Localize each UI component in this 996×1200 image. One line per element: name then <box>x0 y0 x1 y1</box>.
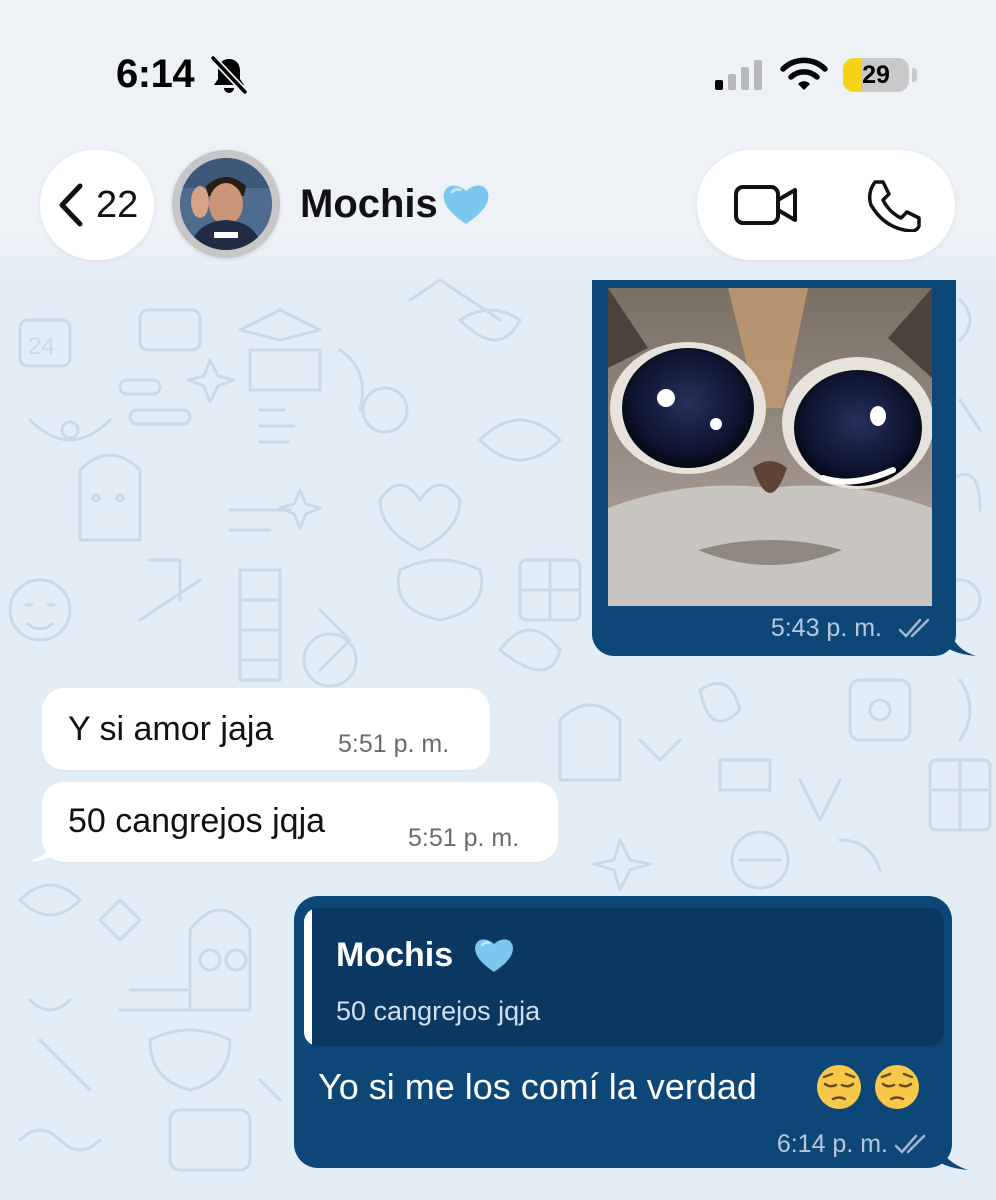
video-call-icon[interactable] <box>733 180 799 230</box>
message-time: 5:51 p. m. <box>408 824 520 852</box>
status-time: 6:14 <box>116 52 195 96</box>
light-blue-heart-icon <box>443 185 489 224</box>
battery-level-text: 29 <box>862 61 890 89</box>
svg-text:24: 24 <box>28 333 55 360</box>
cellular-signal-icon <box>715 60 762 90</box>
message-time: 6:14 p. m. <box>776 1130 888 1158</box>
pensive-face-icon <box>875 1065 919 1109</box>
battery-tip <box>912 68 917 82</box>
unread-count: 22 <box>96 184 139 226</box>
phone-call-icon[interactable] <box>862 178 922 232</box>
incoming-message[interactable]: 50 cangrejos jqja 5:51 p. m. <box>42 782 558 862</box>
avatar-photo <box>180 158 272 250</box>
bell-slash-icon <box>210 55 248 95</box>
incoming-message[interactable]: Y si amor jaja 5:51 p. m. <box>42 688 490 770</box>
pensive-face-icon <box>817 1065 861 1109</box>
chevron-left-icon <box>59 183 83 227</box>
light-blue-heart-icon <box>475 939 513 972</box>
crying-cat-image[interactable] <box>608 288 932 606</box>
wifi-icon <box>780 57 828 90</box>
quoted-message[interactable]: Mochis 50 cangrejos jqja <box>304 908 944 1046</box>
bubble-tail <box>948 620 976 656</box>
avatar[interactable] <box>172 150 280 258</box>
contact-name[interactable]: Mochis <box>300 182 438 227</box>
bubble-tail <box>936 1132 968 1170</box>
message-text: 50 cangrejos jqja <box>68 802 326 840</box>
message-text: Yo si me los comí la verdad <box>318 1066 757 1107</box>
message-time: 5:43 p. m. <box>770 614 882 642</box>
message-text: Y si amor jaja <box>68 710 274 748</box>
battery-icon: 29 <box>843 58 909 92</box>
back-button[interactable]: 22 <box>40 150 154 260</box>
quote-bar <box>304 908 312 1046</box>
message-time: 5:51 p. m. <box>338 730 450 758</box>
outgoing-reply-message[interactable]: Mochis 50 cangrejos jqja Yo si me los co… <box>294 896 952 1168</box>
bubble-tail <box>28 824 60 862</box>
quoted-author: Mochis <box>336 936 454 974</box>
image-message[interactable]: 5:43 p. m. <box>592 280 976 656</box>
double-check-icon <box>898 618 930 638</box>
quoted-text: 50 cangrejos jqja <box>336 996 541 1026</box>
double-check-icon <box>894 1134 926 1154</box>
